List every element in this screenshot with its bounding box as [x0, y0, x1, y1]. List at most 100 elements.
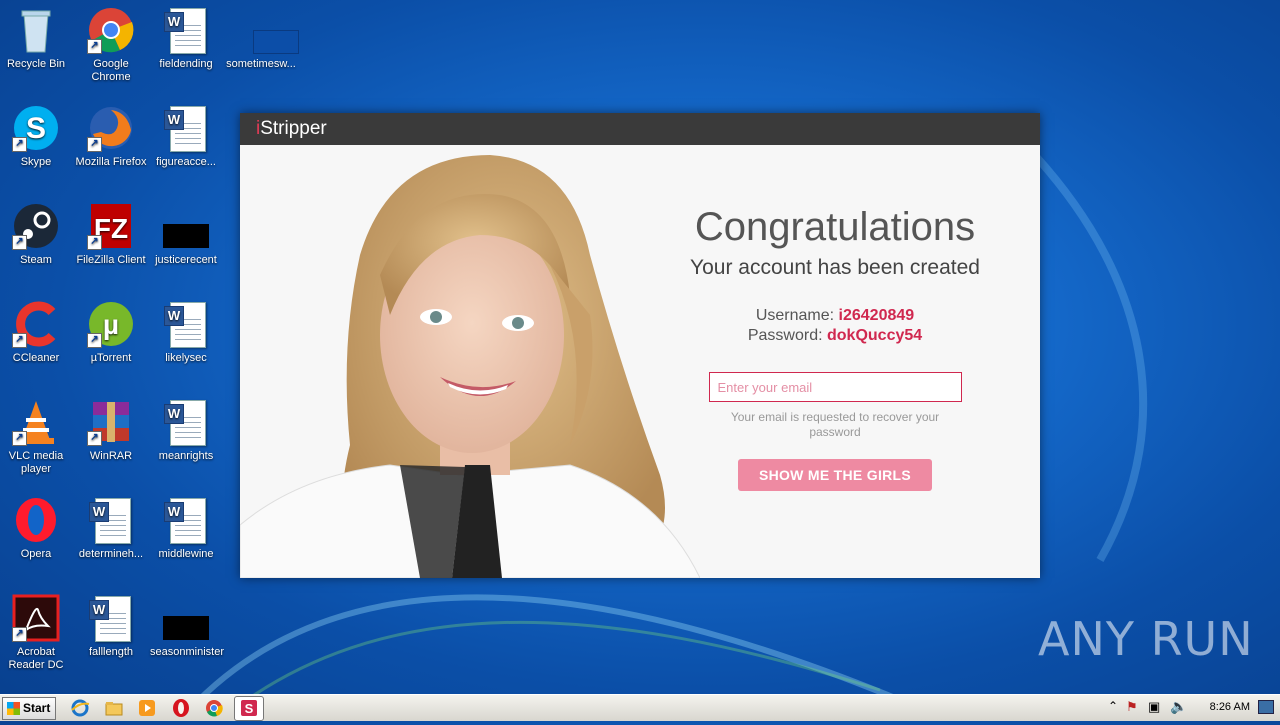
desktop-icon-label: fieldending — [159, 58, 213, 70]
svg-text:S: S — [245, 701, 254, 716]
network-icon[interactable]: ▣ — [1148, 699, 1160, 715]
shortcut-arrow-icon: ↗ — [87, 39, 102, 54]
svg-text:S: S — [26, 112, 46, 145]
desktop-icon-recycle-bin[interactable]: Recycle Bin — [0, 6, 72, 71]
desktop-icon-filezilla[interactable]: FZ ↗ FileZilla Client — [75, 202, 147, 267]
vlc-cone-icon: ↗ — [12, 398, 60, 446]
desktop-icon-winrar[interactable]: ↗ WinRAR — [75, 398, 147, 463]
username-label: Username: — [755, 307, 835, 324]
desktop-icon-document[interactable]: W determineh... — [75, 496, 147, 561]
show-desktop-icon[interactable] — [1258, 700, 1274, 714]
action-center-flag-icon[interactable]: ⚑ — [1126, 699, 1138, 715]
chrome-icon: ↗ — [87, 6, 135, 54]
model-portrait-image — [240, 145, 700, 578]
desktop-icon-label: Google Chrome — [91, 58, 131, 83]
desktop-icon-label: Recycle Bin — [6, 58, 66, 70]
desktop-icon-label: Acrobat Reader DC — [8, 646, 64, 671]
istripper-dialog: iStripper Congratulations Your account h… — [240, 113, 1040, 578]
media-player-icon[interactable] — [137, 698, 157, 718]
app-logo-text: Stripper — [260, 118, 327, 139]
desktop-icon-label: VLC media player — [8, 450, 64, 475]
desktop-icon-label: Steam — [20, 254, 52, 266]
file-explorer-icon[interactable] — [104, 698, 124, 718]
desktop-icon-vlc[interactable]: ↗ VLC media player — [0, 398, 72, 476]
internet-explorer-icon[interactable] — [70, 698, 90, 718]
desktop-icon-document[interactable]: W likelysec — [150, 300, 222, 365]
word-document-icon: W — [162, 104, 210, 152]
desktop-icon-label: WinRAR — [89, 450, 133, 462]
system-tray: ⌃ ⚑ ▣ 🔈 8:26 AM — [1102, 695, 1280, 721]
start-button[interactable]: Start — [2, 697, 56, 720]
shortcut-arrow-icon: ↗ — [12, 431, 27, 446]
desktop-icon-label: likelysec — [165, 352, 207, 364]
word-document-icon: W — [87, 594, 135, 642]
desktop-icon-chrome[interactable]: ↗ Google Chrome — [75, 6, 147, 84]
email-hint: Your email is requested to recover your … — [730, 410, 940, 439]
desktop-icon-utorrent[interactable]: µ ↗ µTorrent — [75, 300, 147, 365]
word-document-icon: W — [87, 496, 135, 544]
desktop-icon-ccleaner[interactable]: ↗ CCleaner — [0, 300, 72, 365]
ccleaner-icon: ↗ — [12, 300, 60, 348]
desktop-icon-acrobat[interactable]: ↗ Acrobat Reader DC — [0, 594, 72, 672]
utorrent-icon: µ ↗ — [87, 300, 135, 348]
blue-thumbnail-icon — [237, 6, 299, 54]
desktop-icon-skype[interactable]: S ↗ Skype — [0, 104, 72, 169]
taskbar-clock[interactable]: 8:26 AM — [1210, 701, 1250, 713]
desktop-icon-label: Opera — [20, 548, 52, 560]
word-document-icon: W — [162, 6, 210, 54]
dialog-titlebar[interactable]: iStripper — [240, 113, 1040, 145]
winrar-icon: ↗ — [87, 398, 135, 446]
account-created-panel: Congratulations Your account has been cr… — [670, 145, 1000, 491]
word-document-icon: W — [162, 398, 210, 446]
desktop-icon-label: FileZilla Client — [76, 254, 146, 266]
opera-taskbar-icon[interactable] — [171, 698, 191, 718]
username-row: Username: i26420849 — [670, 306, 1000, 326]
desktop-icon-file[interactable]: seasonminister — [150, 594, 224, 659]
desktop-icon-file[interactable]: sometimesw... — [225, 6, 299, 71]
svg-text:µ: µ — [103, 309, 119, 340]
desktop-icon-firefox[interactable]: ↗ Mozilla Firefox — [75, 104, 147, 169]
congratulations-heading: Congratulations — [694, 205, 976, 249]
filezilla-icon: FZ ↗ — [87, 202, 135, 250]
dialog-content: Congratulations Your account has been cr… — [240, 145, 1040, 578]
desktop-icon-label: sometimesw... — [226, 58, 296, 70]
username-value: i26420849 — [838, 307, 915, 324]
shortcut-arrow-icon: ↗ — [12, 235, 27, 250]
show-me-the-girls-button[interactable]: SHOW ME THE GIRLS — [738, 459, 932, 491]
shortcut-arrow-icon: ↗ — [87, 431, 102, 446]
firefox-icon: ↗ — [87, 104, 135, 152]
desktop-icon-label: meanrights — [158, 450, 214, 462]
desktop-icon-label: middlewine — [158, 548, 214, 560]
skype-icon: S ↗ — [12, 104, 60, 152]
shortcut-arrow-icon: ↗ — [12, 627, 27, 642]
email-input[interactable] — [708, 372, 962, 402]
istripper-taskbar-icon[interactable]: S — [234, 696, 264, 721]
word-document-icon: W — [162, 496, 210, 544]
desktop-icon-document[interactable]: W falllength — [75, 594, 147, 659]
desktop-icon-document[interactable]: W middlewine — [150, 496, 222, 561]
desktop-icon-label: seasonminister — [150, 646, 224, 658]
shortcut-arrow-icon: ↗ — [87, 333, 102, 348]
password-value: dokQuccy54 — [827, 327, 923, 344]
password-label: Password: — [747, 327, 823, 344]
account-created-subheading: Your account has been created — [690, 256, 980, 279]
desktop-icon-steam[interactable]: ↗ Steam — [0, 202, 72, 267]
desktop-icon-document[interactable]: W fieldending — [150, 6, 222, 71]
desktop-icon-file[interactable]: justicerecent — [150, 202, 222, 267]
black-thumbnail-icon — [162, 594, 210, 642]
password-row: Password: dokQuccy54 — [670, 326, 1000, 346]
desktop-icon-label: falllength — [88, 646, 134, 658]
opera-icon — [12, 496, 60, 544]
desktop-icon-label: determineh... — [78, 548, 144, 560]
desktop-icon-label: justicerecent — [155, 254, 217, 266]
show-hidden-icons-chevron-icon[interactable]: ⌃ — [1108, 699, 1118, 713]
desktop-icon-document[interactable]: W meanrights — [150, 398, 222, 463]
desktop-icon-label: figureacce... — [156, 156, 216, 168]
desktop-icon-document[interactable]: W figureacce... — [150, 104, 222, 169]
chrome-taskbar-icon[interactable] — [204, 698, 224, 718]
desktop-icon-label: Skype — [20, 156, 52, 168]
acrobat-icon: ↗ — [12, 594, 60, 642]
volume-icon[interactable]: 🔈 — [1170, 698, 1187, 715]
desktop-icon-label: µTorrent — [90, 352, 132, 364]
desktop-icon-opera[interactable]: Opera — [0, 496, 72, 561]
